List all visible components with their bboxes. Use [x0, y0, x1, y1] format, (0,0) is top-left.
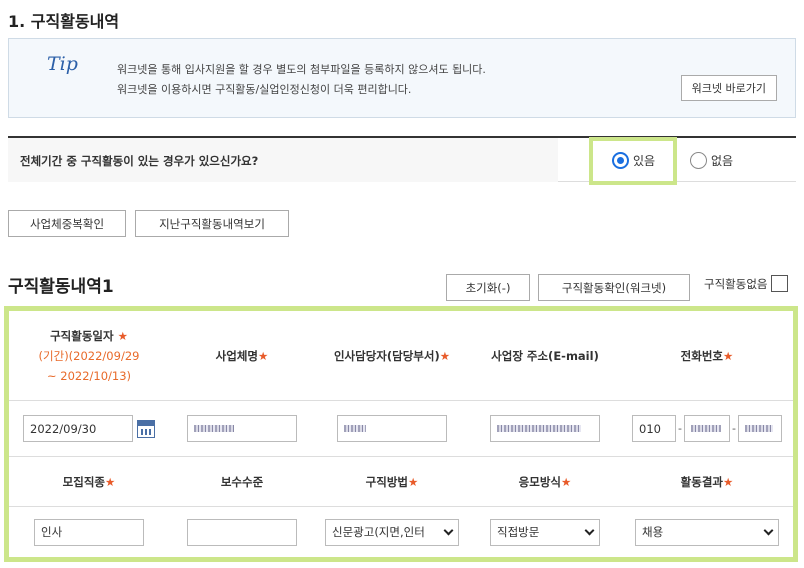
- reset-button[interactable]: 초기화(-): [446, 274, 530, 301]
- tip-line-2: 워크넷을 이용하시면 구직활동/실업인정신청이 더욱 편리합니다.: [117, 83, 412, 96]
- worknet-shortcut-button[interactable]: 워크넷 바로가기: [680, 75, 777, 101]
- header-address: 사업장 주소(E-mail): [469, 311, 621, 400]
- redacted-text: [691, 425, 721, 432]
- header-apply-label: 응모방식: [518, 474, 561, 489]
- required-star: ★: [258, 348, 269, 363]
- header-date-label: 구직활동일자: [50, 328, 114, 343]
- required-star: ★: [117, 328, 128, 343]
- header-hr: 인사담당자(담당부서)★: [315, 311, 469, 400]
- header-job-label: 모집직종: [62, 474, 105, 489]
- radio-yes-label: 있음: [633, 154, 656, 168]
- page-title: 1. 구직활동내역: [8, 12, 120, 31]
- header-date-period: (기간)(2022/09/29: [38, 348, 140, 363]
- radio-no[interactable]: 없음: [690, 152, 733, 169]
- header-method-label: 구직방법: [365, 474, 408, 489]
- redacted-text: [194, 425, 234, 432]
- tip-box: Tip 워크넷을 통해 입사지원을 할 경우 별도의 첨부파일을 등록하지 않으…: [8, 38, 796, 118]
- header-date: 구직활동일자 ★ (기간)(2022/09/29 ~ 2022/10/13): [9, 311, 169, 400]
- header-salary-label: 보수수준: [220, 474, 264, 489]
- company-duplicate-check-button[interactable]: 사업체중복확인: [8, 210, 126, 237]
- phone-separator-1: -: [678, 422, 682, 435]
- no-activity-label: 구직활동없음: [704, 276, 768, 291]
- question-cell: 전체기간 중 구직활동이 있는 경우가 있으신가요?: [8, 138, 558, 182]
- phone-prefix-input[interactable]: 010: [632, 415, 677, 442]
- hr-contact-input[interactable]: [337, 415, 447, 442]
- header-row-1: 구직활동일자 ★ (기간)(2022/09/29 ~ 2022/10/13) 사…: [9, 311, 793, 401]
- header-phone-label: 전화번호: [680, 348, 723, 363]
- tip-mark: Tip: [47, 53, 78, 75]
- redacted-text: [497, 425, 581, 432]
- required-star: ★: [723, 474, 734, 489]
- required-star: ★: [408, 474, 419, 489]
- header-hr-label: 인사담당자(담당부서): [333, 348, 440, 363]
- worknet-activity-check-button[interactable]: 구직활동확인(워크넷): [538, 274, 690, 301]
- tip-line-1: 워크넷을 통해 입사지원을 할 경우 별도의 첨부파일을 등록하지 않으셔도 됩…: [117, 63, 486, 76]
- header-row-2: 모집직종★ 보수수준 구직방법★ 응모방식★ 활동결과★: [9, 457, 793, 507]
- result-select-value: 채용: [642, 525, 664, 539]
- header-company-label: 사업체명: [215, 348, 258, 363]
- result-select[interactable]: 채용: [635, 518, 779, 546]
- chevron-down-icon: [584, 525, 595, 536]
- no-activity-option[interactable]: 구직활동없음: [704, 275, 789, 292]
- radio-no-circle[interactable]: [690, 152, 707, 169]
- phone-middle-input[interactable]: [684, 415, 730, 442]
- phone-separator-2: -: [732, 422, 736, 435]
- radio-yes[interactable]: 있음: [612, 152, 655, 169]
- required-star: ★: [105, 474, 116, 489]
- redacted-text: [744, 425, 773, 432]
- input-row-1: 2022/09/30 010 - -: [9, 401, 793, 457]
- chevron-down-icon: [763, 525, 774, 536]
- apply-select-value: 직접방문: [497, 525, 540, 539]
- no-activity-checkbox[interactable]: [771, 275, 789, 292]
- redacted-text: [344, 425, 366, 432]
- calendar-icon[interactable]: [137, 419, 155, 438]
- header-address-label: 사업장 주소(E-mail): [491, 348, 599, 363]
- required-star: ★: [439, 348, 451, 363]
- chevron-down-icon: [443, 525, 454, 536]
- salary-input[interactable]: [187, 518, 297, 546]
- apply-select[interactable]: 직접방문: [490, 518, 600, 546]
- radio-no-label: 없음: [711, 154, 734, 168]
- method-select-value: 신문광고(지면,인터: [332, 525, 425, 539]
- header-company: 사업체명★: [169, 311, 315, 400]
- activity-grid: 구직활동일자 ★ (기간)(2022/09/29 ~ 2022/10/13) 사…: [9, 311, 793, 557]
- input-row-2: 인사 신문광고(지면,인터 직접방문 채용: [9, 507, 793, 557]
- question-row: 전체기간 중 구직활동이 있는 경우가 있으신가요?: [8, 136, 796, 182]
- question-text: 전체기간 중 구직활동이 있는 경우가 있으신가요?: [20, 154, 259, 168]
- header-date-period-end: ~ 2022/10/13): [46, 368, 132, 383]
- job-type-input[interactable]: 인사: [34, 518, 144, 546]
- past-activity-view-button[interactable]: 지난구직활동내역보기: [135, 210, 289, 237]
- company-name-input[interactable]: [187, 415, 297, 442]
- required-star: ★: [723, 348, 734, 363]
- activity-date-input[interactable]: 2022/09/30: [23, 415, 133, 442]
- header-phone: 전화번호★: [621, 311, 793, 400]
- method-select[interactable]: 신문광고(지면,인터: [325, 518, 459, 546]
- header-result-label: 활동결과: [680, 474, 723, 489]
- required-star: ★: [561, 474, 572, 489]
- section-title: 구직활동내역1: [8, 277, 114, 297]
- phone-last-input[interactable]: [737, 415, 782, 442]
- radio-yes-circle[interactable]: [612, 152, 629, 169]
- address-input[interactable]: [490, 415, 600, 442]
